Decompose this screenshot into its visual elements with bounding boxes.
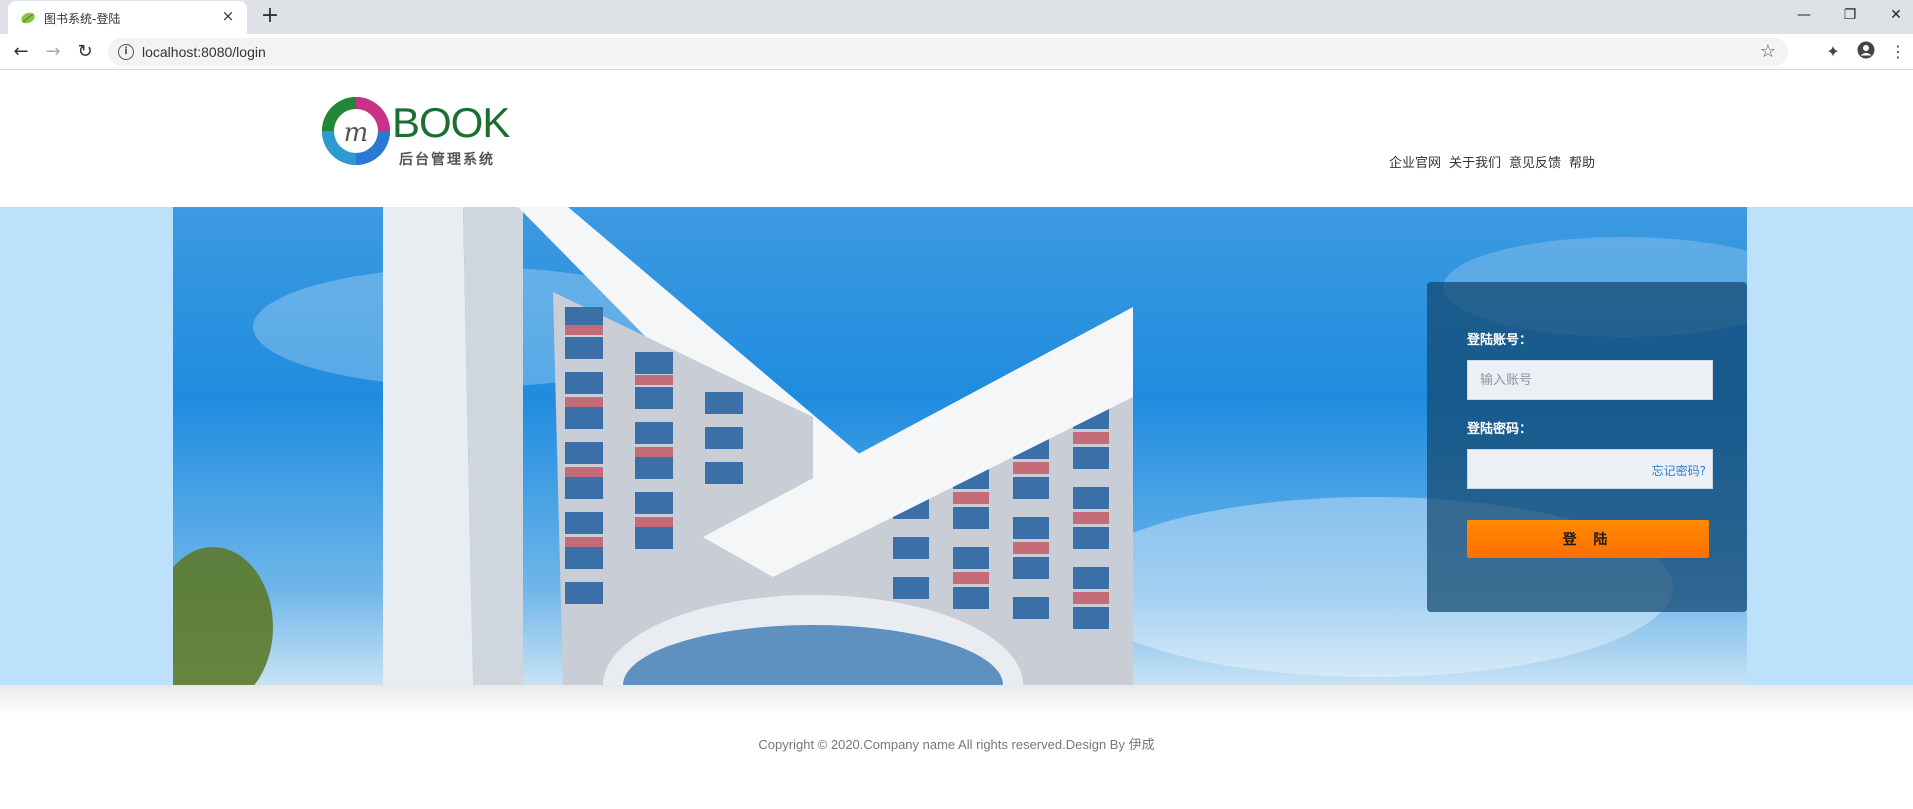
browser-tab[interactable]: 图书系统-登陆 × (8, 1, 247, 34)
forgot-password-link[interactable]: 忘记密码? (1652, 462, 1706, 479)
address-bar[interactable]: i localhost:8080/login ☆ (108, 38, 1788, 66)
nav-company-site[interactable]: 企业官网 (1389, 152, 1441, 171)
tab-bar: 图书系统-登陆 × + — ❐ ✕ (0, 0, 1913, 34)
banner-shadow (0, 685, 1913, 715)
footer-copyright: Copyright © 2020.Company name All rights… (758, 737, 1155, 752)
book-logo[interactable]: m BOOK 后台管理系统 (320, 95, 515, 170)
url-text[interactable]: localhost:8080/login (142, 44, 266, 60)
nav-feedback[interactable]: 意见反馈 (1509, 152, 1561, 171)
tab-close-icon[interactable]: × (219, 7, 237, 25)
extensions-puzzle-icon[interactable]: ✦ (1822, 41, 1844, 63)
forward-arrow-icon[interactable]: → (42, 41, 64, 63)
new-tab-button[interactable]: + (258, 5, 282, 29)
bookmark-star-icon[interactable]: ☆ (1760, 41, 1776, 62)
page: m BOOK 后台管理系统 企业官网 关于我们 意见反馈 帮助 登陆账号： 输入… (0, 71, 1913, 809)
site-header: m BOOK 后台管理系统 企业官网 关于我们 意见反馈 帮助 (0, 71, 1913, 207)
svg-text:m: m (344, 118, 369, 148)
account-field[interactable] (1467, 360, 1713, 400)
tab-title: 图书系统-登陆 (44, 12, 121, 26)
logo-subtitle: 后台管理系统 (399, 152, 495, 168)
account-input[interactable] (1468, 361, 1712, 399)
menu-kebab-icon[interactable]: ⋮ (1887, 41, 1909, 63)
top-nav: 企业官网 关于我们 意见反馈 帮助 (1389, 152, 1595, 171)
nav-about-us[interactable]: 关于我们 (1449, 152, 1501, 171)
back-arrow-icon[interactable]: ← (10, 41, 32, 63)
password-label: 登陆密码： (1467, 422, 1533, 437)
login-panel: 登陆账号： 登陆密码： 忘记密码? 登 陆 (1427, 282, 1747, 612)
login-banner: 登陆账号： 登陆密码： 忘记密码? 登 陆 (0, 207, 1913, 685)
leaf-favicon-icon (21, 12, 35, 24)
nav-help[interactable]: 帮助 (1569, 152, 1595, 171)
profile-avatar-icon[interactable] (1855, 41, 1877, 63)
minimize-button[interactable]: — (1789, 4, 1819, 26)
close-window-button[interactable]: ✕ (1881, 4, 1911, 26)
restore-button[interactable]: ❐ (1835, 4, 1865, 26)
login-button[interactable]: 登 陆 (1467, 520, 1709, 558)
password-field[interactable]: 忘记密码? (1467, 449, 1713, 489)
logo-text: BOOK (392, 99, 510, 146)
info-icon[interactable]: i (118, 44, 134, 60)
account-label: 登陆账号： (1467, 333, 1533, 348)
logo-emblem-icon: m (322, 97, 390, 165)
browser-toolbar: ← → ↻ i localhost:8080/login ☆ ✦ ⋮ (0, 34, 1913, 70)
reload-icon[interactable]: ↻ (74, 41, 96, 63)
building-background-image: 登陆账号： 登陆密码： 忘记密码? 登 陆 (173, 207, 1747, 685)
